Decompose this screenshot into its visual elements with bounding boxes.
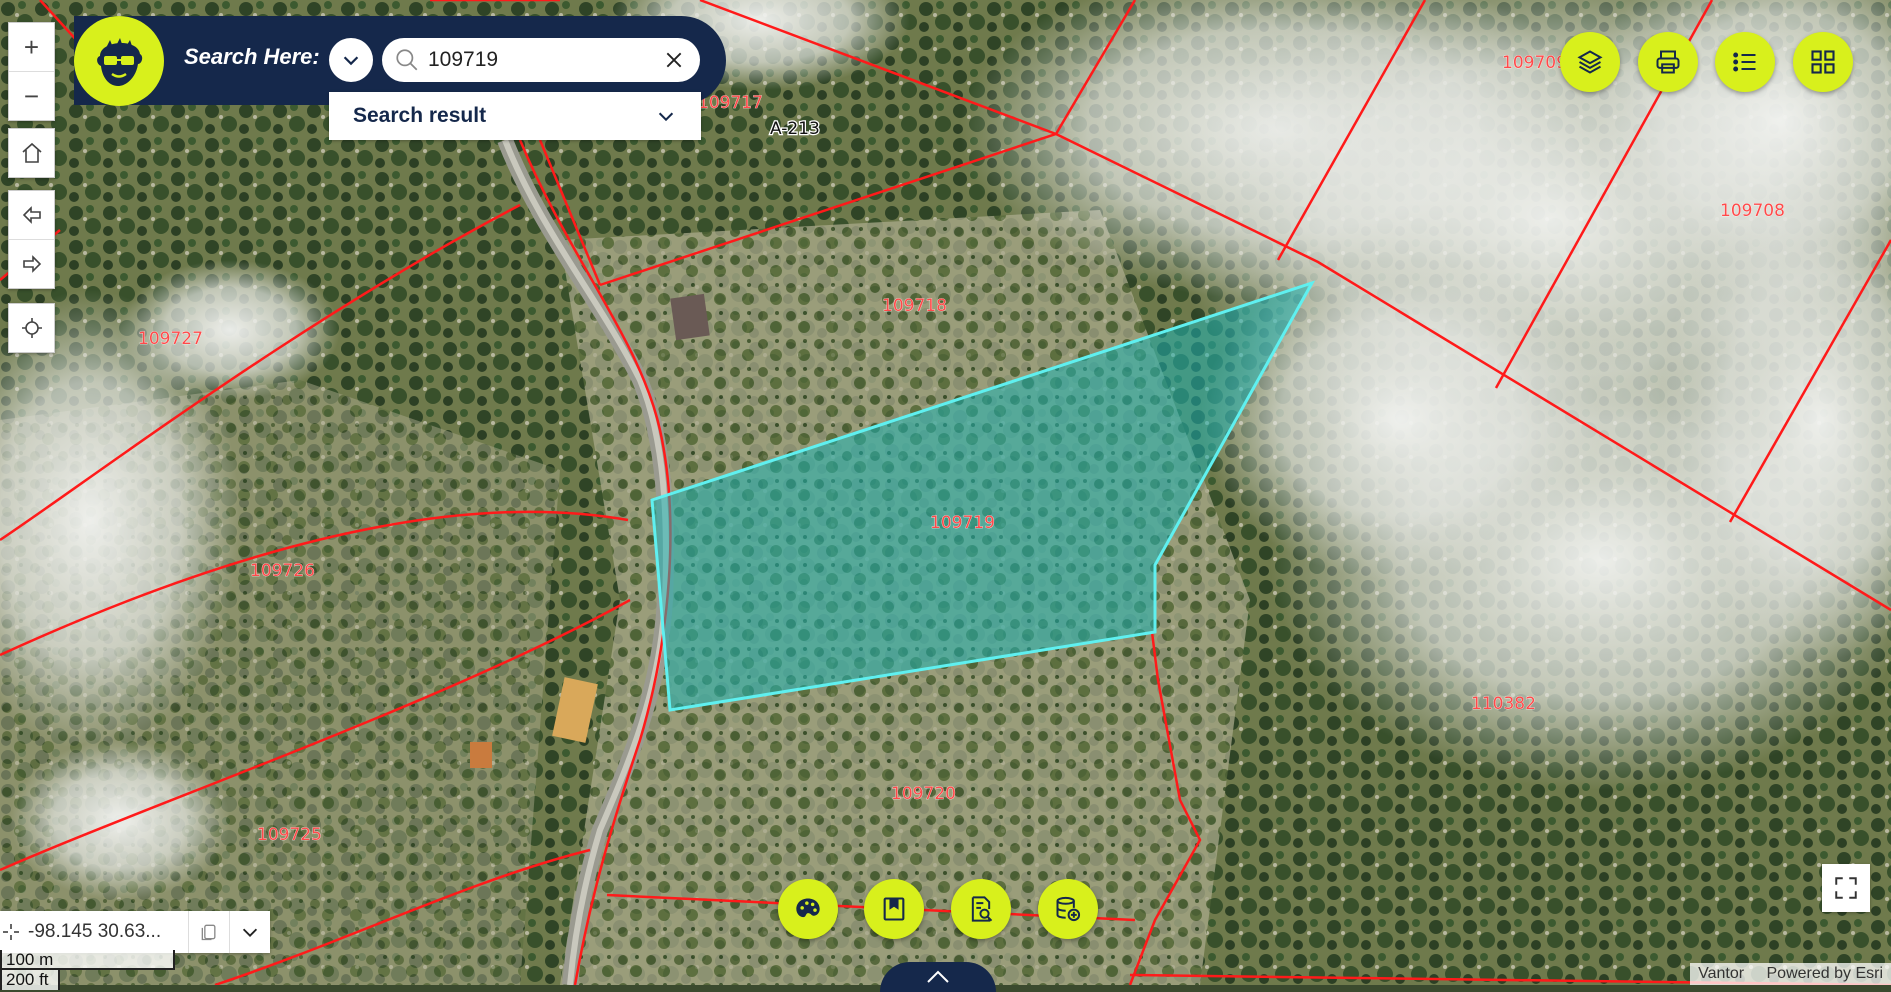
search-input[interactable]	[426, 47, 650, 73]
home-control	[8, 128, 55, 178]
legend-button[interactable]	[1715, 32, 1775, 92]
search-label: Search Here:	[184, 44, 320, 69]
fullscreen-icon	[1835, 877, 1857, 899]
crosshair-icon	[3, 924, 19, 940]
app-logo	[74, 16, 164, 106]
chevron-down-icon	[343, 56, 359, 66]
search-result-label: Search result	[353, 104, 487, 127]
parcel-label: 109725	[257, 825, 322, 845]
bookmarks-button[interactable]	[864, 879, 924, 939]
road-label: A-213	[770, 119, 820, 139]
home-icon	[21, 142, 42, 163]
grid-icon	[1811, 50, 1835, 74]
parcel-label: 109718	[882, 296, 947, 316]
parcel-label: 109726	[250, 561, 315, 581]
chevron-down-icon	[242, 928, 258, 937]
coordinate-readout: -98.145 30.63...	[0, 911, 189, 953]
fullscreen-button[interactable]	[1822, 864, 1870, 912]
coordinate-options-button[interactable]	[230, 911, 270, 953]
add-data-icon	[1056, 896, 1081, 922]
print-icon	[1656, 50, 1680, 74]
parcel-label: 109720	[891, 784, 956, 804]
parcel-label: 109708	[1720, 201, 1785, 221]
next-extent-button[interactable]	[9, 239, 54, 288]
chevron-down-icon	[658, 112, 674, 122]
parcel-label: 109719	[930, 513, 995, 533]
scale-bar: 100 m 200 ft	[0, 950, 175, 990]
imagery-provider: Vantor	[1698, 965, 1745, 982]
query-button[interactable]	[951, 879, 1011, 939]
palette-icon	[796, 898, 820, 918]
zoom-in-button[interactable]: +	[9, 23, 54, 71]
layers-icon	[1577, 50, 1603, 74]
print-button[interactable]	[1638, 32, 1698, 92]
style-button[interactable]	[778, 879, 838, 939]
copy-icon	[201, 924, 216, 941]
layers-button[interactable]	[1560, 32, 1620, 92]
arrow-left-icon	[22, 206, 41, 224]
search-dropdown-toggle[interactable]	[329, 38, 373, 82]
previous-extent-button[interactable]	[9, 191, 54, 239]
search-result-dropdown[interactable]: Search result	[329, 92, 701, 140]
scale-imperial: 200 ft	[0, 970, 60, 990]
scale-metric: 100 m	[0, 950, 175, 970]
chevron-up-icon	[927, 970, 949, 983]
arrow-right-icon	[22, 255, 41, 273]
locate-control	[8, 303, 55, 353]
add-data-button[interactable]	[1038, 879, 1098, 939]
search-icon	[396, 49, 418, 71]
search-document-icon	[971, 896, 993, 922]
expand-panel-tab[interactable]	[880, 962, 996, 992]
zoom-out-button[interactable]: −	[9, 71, 54, 120]
coordinate-widget: -98.145 30.63...	[0, 911, 270, 953]
nerd-mascot-icon	[97, 38, 143, 86]
search-field	[382, 38, 700, 82]
home-button[interactable]	[9, 129, 54, 177]
extent-controls	[8, 190, 55, 289]
copy-coordinates-button[interactable]	[189, 911, 230, 953]
map-view[interactable]: 109717 109709 109708 109718 109727 10971…	[0, 0, 1891, 985]
list-icon	[1733, 52, 1756, 72]
powered-by-esri[interactable]: Powered by Esri	[1767, 965, 1884, 982]
crosshair-icon	[21, 318, 42, 338]
bookmark-icon	[883, 897, 905, 921]
parcel-label: 110382	[1471, 694, 1536, 714]
locate-button[interactable]	[9, 304, 54, 352]
parcel-label: 109727	[138, 329, 203, 349]
zoom-controls: + −	[8, 22, 55, 121]
building	[670, 293, 710, 341]
building	[470, 742, 492, 768]
clear-search-icon[interactable]	[664, 50, 684, 70]
basemap-gallery-button[interactable]	[1793, 32, 1853, 92]
parcel-label: 109709	[1502, 53, 1567, 73]
attribution: Vantor Powered by Esri	[1690, 963, 1891, 985]
